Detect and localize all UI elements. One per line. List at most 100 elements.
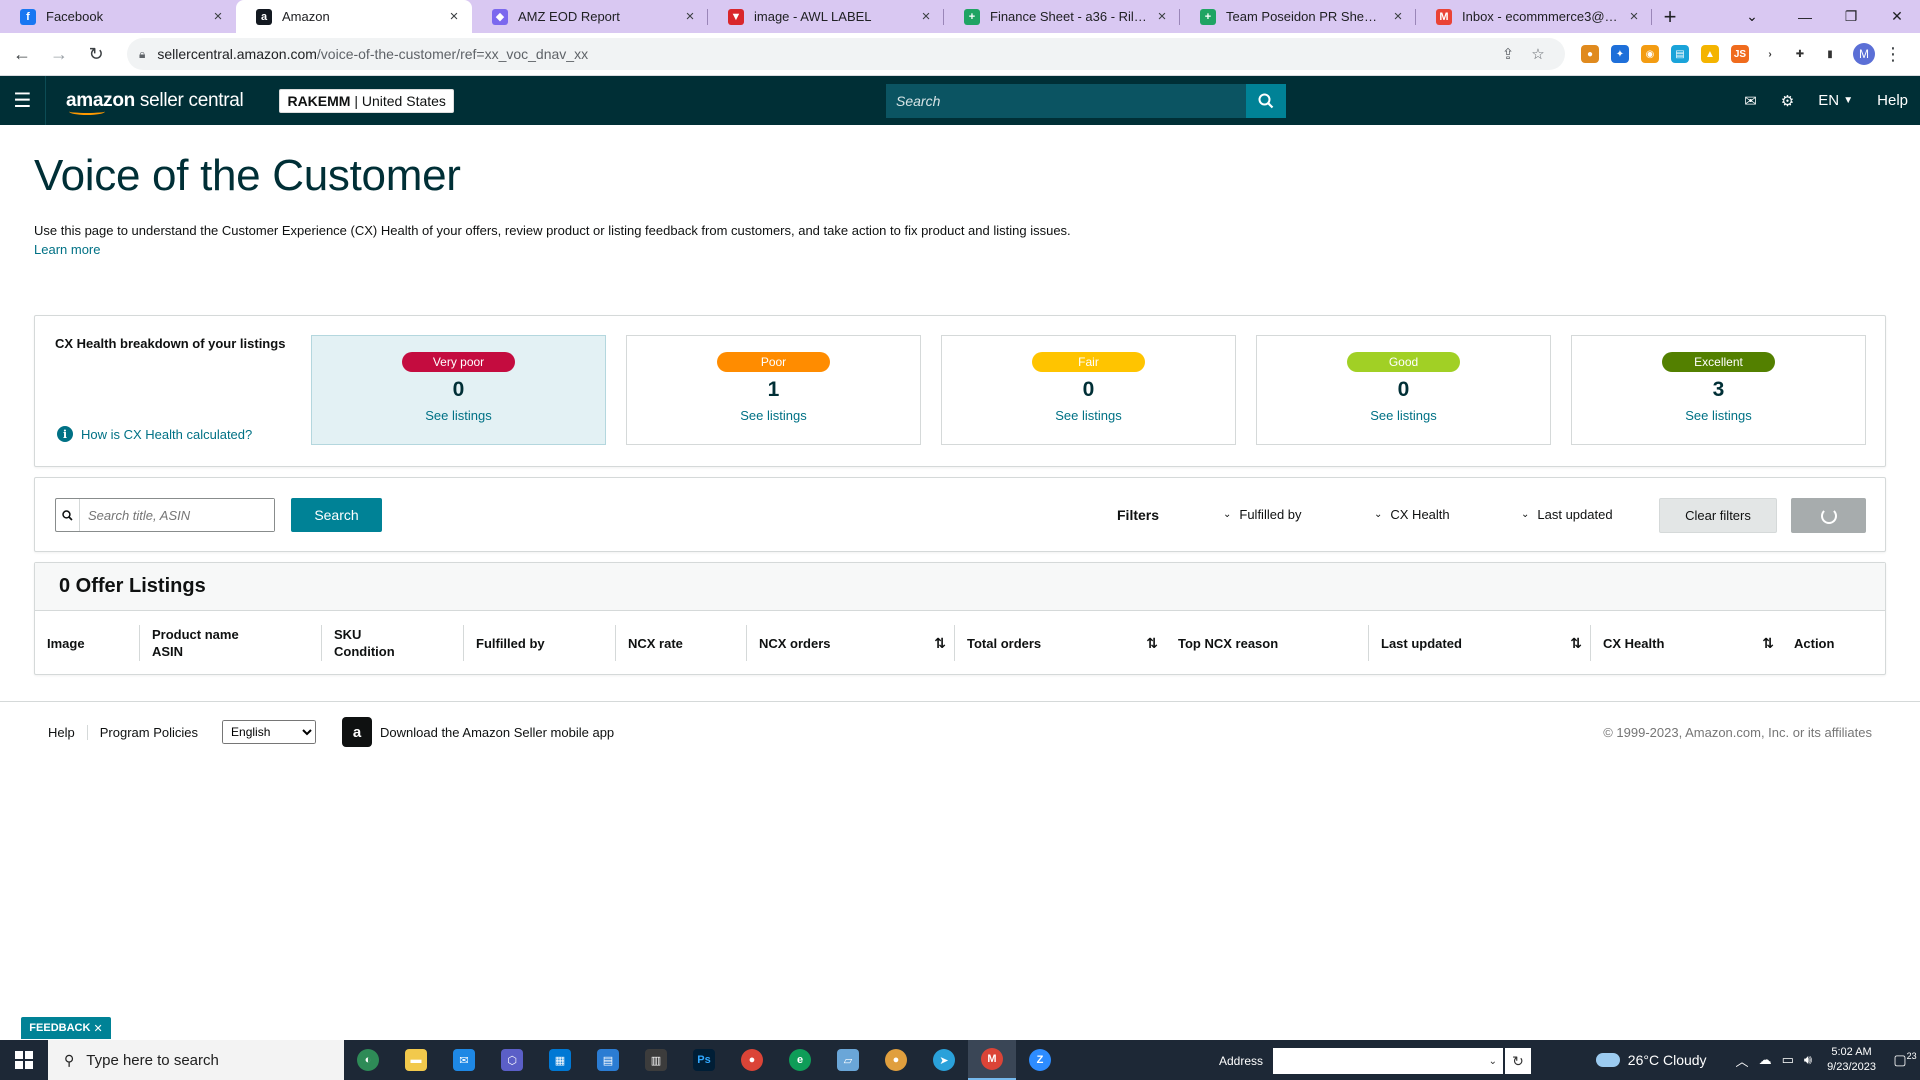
extension-icon[interactable]: ▲ <box>1701 45 1719 63</box>
network-icon[interactable]: ▭ <box>1782 1052 1794 1068</box>
start-button[interactable] <box>0 1040 48 1080</box>
listing-search-button[interactable]: Search <box>291 498 382 532</box>
column-header-last-updated[interactable]: Last updated ⇅ <box>1368 625 1590 661</box>
url-text[interactable]: sellercentral.amazon.com/voice-of-the-cu… <box>157 46 1493 62</box>
address-bar[interactable]: 🔒︎ sellercentral.amazon.com/voice-of-the… <box>127 38 1565 70</box>
help-link[interactable]: Help <box>1865 92 1920 109</box>
cx-health-help-link[interactable]: i How is CX Health calculated? <box>57 426 252 442</box>
hamburger-menu-icon[interactable]: ☰ <box>0 76 46 125</box>
minimize-icon[interactable]: — <box>1782 0 1828 33</box>
cx-health-card-poor[interactable]: Poor 1 See listings <box>626 335 921 445</box>
browser-tab[interactable]: ◆ AMZ EOD Report × <box>472 0 708 33</box>
bookmark-star-icon[interactable]: ☆ <box>1523 45 1553 63</box>
learn-more-link[interactable]: Learn more <box>34 242 100 257</box>
browser-tab[interactable]: + Finance Sheet - a36 - Riley Coo × <box>944 0 1180 33</box>
cx-health-card-very-poor[interactable]: Very poor 0 See listings <box>311 335 606 445</box>
amazon-app-icon[interactable]: a <box>342 717 373 747</box>
program-policies-link[interactable]: Program Policies <box>100 725 210 740</box>
side-panel-icon[interactable]: ▮ <box>1821 45 1839 63</box>
taskbar-search[interactable]: ⚲ Type here to search <box>48 1040 344 1080</box>
taskbar-app-teams[interactable]: ⬡ <box>488 1040 536 1080</box>
listing-search-input[interactable] <box>80 499 274 531</box>
account-switcher[interactable]: RAKEMM | United States <box>279 88 454 113</box>
close-icon[interactable]: × <box>1154 8 1170 25</box>
browser-tab[interactable]: M Inbox - ecommmerce3@gmail. × <box>1416 0 1652 33</box>
loading-button[interactable] <box>1791 498 1866 533</box>
extension-icon[interactable]: › <box>1761 45 1779 63</box>
gear-icon[interactable]: ⚙ <box>1769 92 1806 110</box>
cx-health-card-excellent[interactable]: Excellent 3 See listings <box>1571 335 1866 445</box>
sort-icon[interactable]: ⇅ <box>1146 635 1158 652</box>
see-listings-link[interactable]: See listings <box>312 408 605 423</box>
taskbar-app-cookie[interactable]: ● <box>872 1040 920 1080</box>
taskbar-app-calculator[interactable]: ▥ <box>632 1040 680 1080</box>
taskbar-app-mail[interactable]: ✉ <box>440 1040 488 1080</box>
onedrive-icon[interactable]: ☁ <box>1759 1052 1772 1068</box>
browser-tab[interactable]: a Amazon × <box>236 0 472 33</box>
browser-menu-icon[interactable]: ⋮ <box>1881 44 1905 65</box>
footer-language-select[interactable]: English <box>222 720 317 744</box>
extension-icon[interactable]: ▤ <box>1671 45 1689 63</box>
volume-icon[interactable]: 🔊︎ <box>1804 1052 1812 1068</box>
browser-tab[interactable]: f Facebook × <box>0 0 236 33</box>
header-search-button[interactable] <box>1246 84 1286 118</box>
reload-icon[interactable]: ↻ <box>81 39 111 69</box>
chevron-up-icon[interactable]: ︿ <box>1736 1051 1749 1070</box>
column-header-total-orders[interactable]: Total orders ⇅ <box>954 625 1166 661</box>
taskbar-app-chrome[interactable]: ● <box>728 1040 776 1080</box>
taskbar-app-notepad[interactable]: ▱ <box>824 1040 872 1080</box>
column-header-ncx-orders[interactable]: NCX orders ⇅ <box>746 625 954 661</box>
close-icon[interactable]: × <box>210 8 226 25</box>
weather-widget[interactable]: 26°C Cloudy <box>1595 1052 1707 1068</box>
close-icon[interactable]: × <box>446 8 462 25</box>
feedback-tab[interactable]: FEEDBACK ✕ <box>21 1017 111 1039</box>
close-icon[interactable]: × <box>1626 8 1642 25</box>
taskbar-app-store[interactable]: ▦ <box>536 1040 584 1080</box>
share-icon[interactable]: ⇪ <box>1493 45 1523 63</box>
amazon-seller-central-logo[interactable]: amazon seller central <box>66 90 244 115</box>
sort-icon[interactable]: ⇅ <box>1762 635 1774 652</box>
clear-filters-button[interactable]: Clear filters <box>1659 498 1777 533</box>
see-listings-link[interactable]: See listings <box>1572 408 1865 423</box>
mail-icon[interactable]: ✉ <box>1732 92 1769 110</box>
see-listings-link[interactable]: See listings <box>1257 408 1550 423</box>
header-search-input[interactable] <box>886 84 1246 118</box>
back-icon[interactable]: ← <box>7 39 37 69</box>
profile-avatar[interactable]: M <box>1853 43 1875 65</box>
fulfilled-by-dropdown[interactable]: ⌄ Fulfilled by <box>1223 507 1302 522</box>
cx-health-card-good[interactable]: Good 0 See listings <box>1256 335 1551 445</box>
refresh-icon[interactable]: ↻ <box>1505 1048 1532 1074</box>
close-icon[interactable]: ✕ <box>93 1022 102 1035</box>
cx-health-card-fair[interactable]: Fair 0 See listings <box>941 335 1236 445</box>
see-listings-link[interactable]: See listings <box>627 408 920 423</box>
close-icon[interactable]: × <box>1390 8 1406 25</box>
extension-icon[interactable]: JS <box>1731 45 1749 63</box>
see-listings-link[interactable]: See listings <box>942 408 1235 423</box>
cx-health-dropdown[interactable]: ⌄ CX Health <box>1374 507 1450 522</box>
taskbar-app-zoom[interactable]: Z <box>1016 1040 1064 1080</box>
restore-icon[interactable]: ❐ <box>1828 0 1874 33</box>
taskbar-clock[interactable]: 5:02 AM 9/23/2023 <box>1827 1045 1876 1075</box>
taskbar-app-telegram[interactable]: ➤ <box>920 1040 968 1080</box>
sort-icon[interactable]: ⇅ <box>1570 635 1582 652</box>
taskbar-address-input[interactable]: ⌄ <box>1273 1048 1504 1074</box>
close-icon[interactable]: × <box>682 8 698 25</box>
taskbar-app-photoshop[interactable]: Ps <box>680 1040 728 1080</box>
last-updated-dropdown[interactable]: ⌄ Last updated <box>1521 507 1613 522</box>
download-app-link[interactable]: Download the Amazon Seller mobile app <box>380 725 614 740</box>
close-icon[interactable]: × <box>918 8 934 25</box>
window-close-icon[interactable]: ✕ <box>1874 0 1920 33</box>
taskbar-app-chrome-profile[interactable]: M <box>968 1040 1016 1080</box>
taskbar-app-outlook[interactable]: ▤ <box>584 1040 632 1080</box>
extension-icon[interactable]: ◉ <box>1641 45 1659 63</box>
language-selector[interactable]: EN ▼ <box>1806 92 1865 109</box>
taskbar-app-widget[interactable]: ◐ <box>344 1040 392 1080</box>
tab-search-icon[interactable]: ⌄ <box>1734 0 1770 33</box>
browser-tab[interactable]: + Team Poseidon PR Sheet - Goo × <box>1180 0 1416 33</box>
lock-icon[interactable]: 🔒︎ <box>139 47 145 62</box>
puzzle-icon[interactable]: ✚ <box>1791 45 1809 63</box>
sort-icon[interactable]: ⇅ <box>934 635 946 652</box>
column-header-cx-health[interactable]: CX Health ⇅ <box>1590 625 1782 661</box>
notifications-icon[interactable]: ▢23 <box>1890 1051 1920 1069</box>
browser-tab[interactable]: ▼ image - AWL LABEL × <box>708 0 944 33</box>
